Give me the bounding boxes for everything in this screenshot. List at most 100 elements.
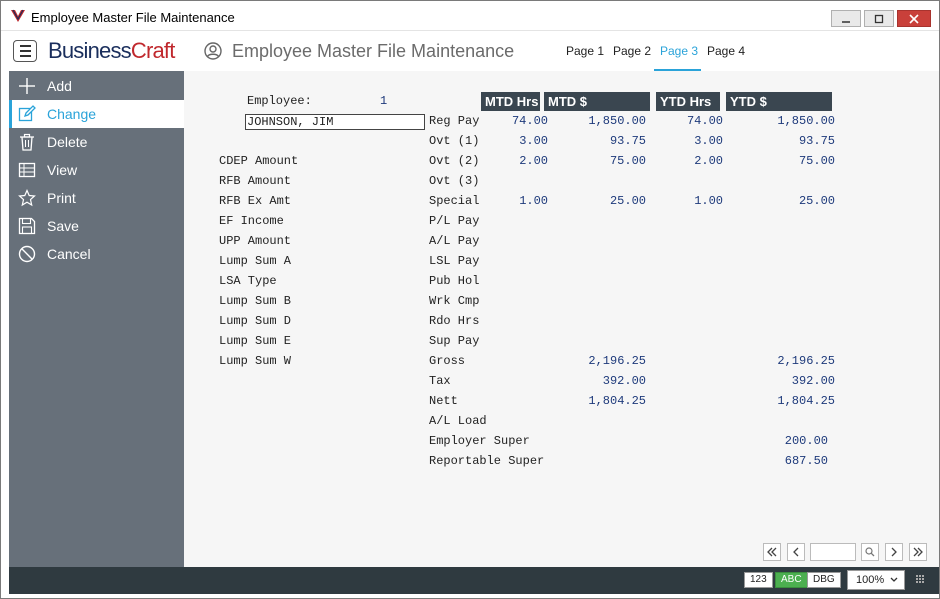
chevron-left-icon <box>793 547 799 557</box>
maximize-button[interactable] <box>864 10 894 27</box>
sidebar-item-label: View <box>47 162 78 178</box>
maximize-icon <box>874 14 884 23</box>
search-icon <box>865 547 875 557</box>
user-icon[interactable] <box>204 42 222 60</box>
pay-item-label: Rdo Hrs <box>429 314 480 328</box>
ytd-amount-value: 1,804.25 <box>777 394 835 408</box>
numeric-mode-badge[interactable]: 123 <box>744 572 773 588</box>
last-page-button[interactable] <box>909 543 927 561</box>
pay-item-label: Sup Pay <box>429 334 480 348</box>
pay-item-label: P/L Pay <box>429 214 480 228</box>
previous-page-button[interactable] <box>787 543 805 561</box>
sidebar-item-label: Cancel <box>47 246 91 262</box>
pay-item-label: Nett <box>429 394 458 408</box>
field-label: Lump Sum A <box>219 254 292 268</box>
menu-icon-bar <box>19 50 31 52</box>
mtd-hours-value: 74.00 <box>511 114 548 128</box>
pay-item-label: Reportable Super <box>429 454 545 468</box>
ytd-amount-value: 1,850.00 <box>777 114 835 128</box>
sidebar-item-change[interactable]: Change <box>9 100 184 128</box>
employee-label: Employee: <box>247 94 312 108</box>
mtd-amount-value: 2,196.25 <box>588 354 646 368</box>
pay-item-label: Gross <box>429 354 466 368</box>
chevron-right-icon <box>891 547 897 557</box>
field-label: RFB Ex Amt <box>219 194 292 208</box>
plus-icon <box>19 78 35 94</box>
field-label: UPP Amount <box>219 234 292 248</box>
ytd-amount-value: 25.00 <box>798 194 835 208</box>
brand-part-1: Business <box>48 38 132 63</box>
field-label: LSA Type <box>219 274 277 288</box>
ytd-hours-value: 1.00 <box>694 194 723 208</box>
field-label: CDEP Amount <box>219 154 299 168</box>
employee-name-field[interactable]: JOHNSON, JIM <box>245 114 425 130</box>
ytd-amount-value: 93.75 <box>798 134 835 148</box>
tab-page-4[interactable]: Page 4 <box>707 44 745 58</box>
mtd-hours-value: 3.00 <box>519 134 548 148</box>
minimize-icon <box>842 20 850 23</box>
pay-item-label: A/L Load <box>429 414 487 428</box>
pay-item-label: Wrk Cmp <box>429 294 480 308</box>
sidebar-item-label: Add <box>47 78 72 94</box>
mtd-hours-value: 2.00 <box>519 154 548 168</box>
tab-page-3[interactable]: Page 3 <box>660 44 698 58</box>
sidebar-item-delete[interactable]: Delete <box>9 128 184 156</box>
abc-mode-badge[interactable]: ABC <box>775 572 808 588</box>
debug-badge[interactable]: DBG <box>807 572 841 588</box>
field-label: Lump Sum B <box>219 294 292 308</box>
sidebar-item-add[interactable]: Add <box>9 72 184 100</box>
field-label: Lump Sum E <box>219 334 292 348</box>
sidebar-item-print[interactable]: Print <box>9 184 184 212</box>
close-icon <box>909 13 919 24</box>
column-header-mtd-amount: MTD $ <box>544 92 650 111</box>
sidebar-item-cancel[interactable]: Cancel <box>9 240 184 268</box>
edit-icon <box>18 105 36 122</box>
trash-icon <box>20 133 34 151</box>
sidebar: Add Change Delete View Print Save Cancel <box>9 71 184 567</box>
tab-page-2[interactable]: Page 2 <box>613 44 651 58</box>
save-icon <box>18 217 36 235</box>
search-button[interactable] <box>861 543 879 561</box>
mtd-amount-value: 392.00 <box>602 374 646 388</box>
first-page-button[interactable] <box>763 543 781 561</box>
brand-logo: BusinessCraft <box>48 38 175 64</box>
sidebar-item-save[interactable]: Save <box>9 212 184 240</box>
close-button[interactable] <box>897 10 931 27</box>
brand-part-2: Craft <box>130 38 175 63</box>
column-header-ytd-hrs: YTD Hrs <box>656 92 720 111</box>
pay-item-label: Ovt (3) <box>429 174 480 188</box>
cancel-icon <box>18 245 36 263</box>
sidebar-item-view[interactable]: View <box>9 156 184 184</box>
ytd-amount-value: 2,196.25 <box>777 354 835 368</box>
app-logo-icon <box>11 9 25 22</box>
pay-item-label: Employer Super <box>429 434 530 448</box>
zoom-select[interactable]: 100% <box>847 570 905 590</box>
field-label: Lump Sum W <box>219 354 292 368</box>
ytd-amount-value: 687.50 <box>784 454 828 468</box>
pay-item-label: Pub Hol <box>429 274 480 288</box>
page-number-input[interactable] <box>810 543 856 561</box>
ytd-hours-value: 3.00 <box>694 134 723 148</box>
star-icon <box>18 189 36 207</box>
ytd-amount-value: 392.00 <box>791 374 835 388</box>
pay-item-label: A/L Pay <box>429 234 480 248</box>
title-bar: Employee Master File Maintenance <box>1 1 939 31</box>
resize-grip-icon[interactable] <box>915 574 925 584</box>
next-page-button[interactable] <box>885 543 903 561</box>
ytd-hours-value: 74.00 <box>686 114 723 128</box>
ytd-amount-value: 200.00 <box>784 434 828 448</box>
double-chevron-left-icon <box>767 547 777 557</box>
sidebar-item-label: Print <box>47 190 76 206</box>
app-window: Employee Master File Maintenance Busines… <box>0 0 940 599</box>
ytd-hours-value: 2.00 <box>694 154 723 168</box>
menu-button[interactable] <box>13 40 37 62</box>
main-content: Employee: 1 JOHNSON, JIM CDEP Amount RFB … <box>184 71 939 567</box>
minimize-button[interactable] <box>831 10 861 27</box>
status-bar: 123 ABC DBG 100% <box>9 567 939 594</box>
double-chevron-right-icon <box>913 547 923 557</box>
tab-page-1[interactable]: Page 1 <box>566 44 604 58</box>
sidebar-item-label: Save <box>47 218 79 234</box>
page-title: Employee Master File Maintenance <box>232 41 515 61</box>
employee-number: 1 <box>380 94 388 108</box>
sidebar-item-label: Delete <box>47 134 88 150</box>
